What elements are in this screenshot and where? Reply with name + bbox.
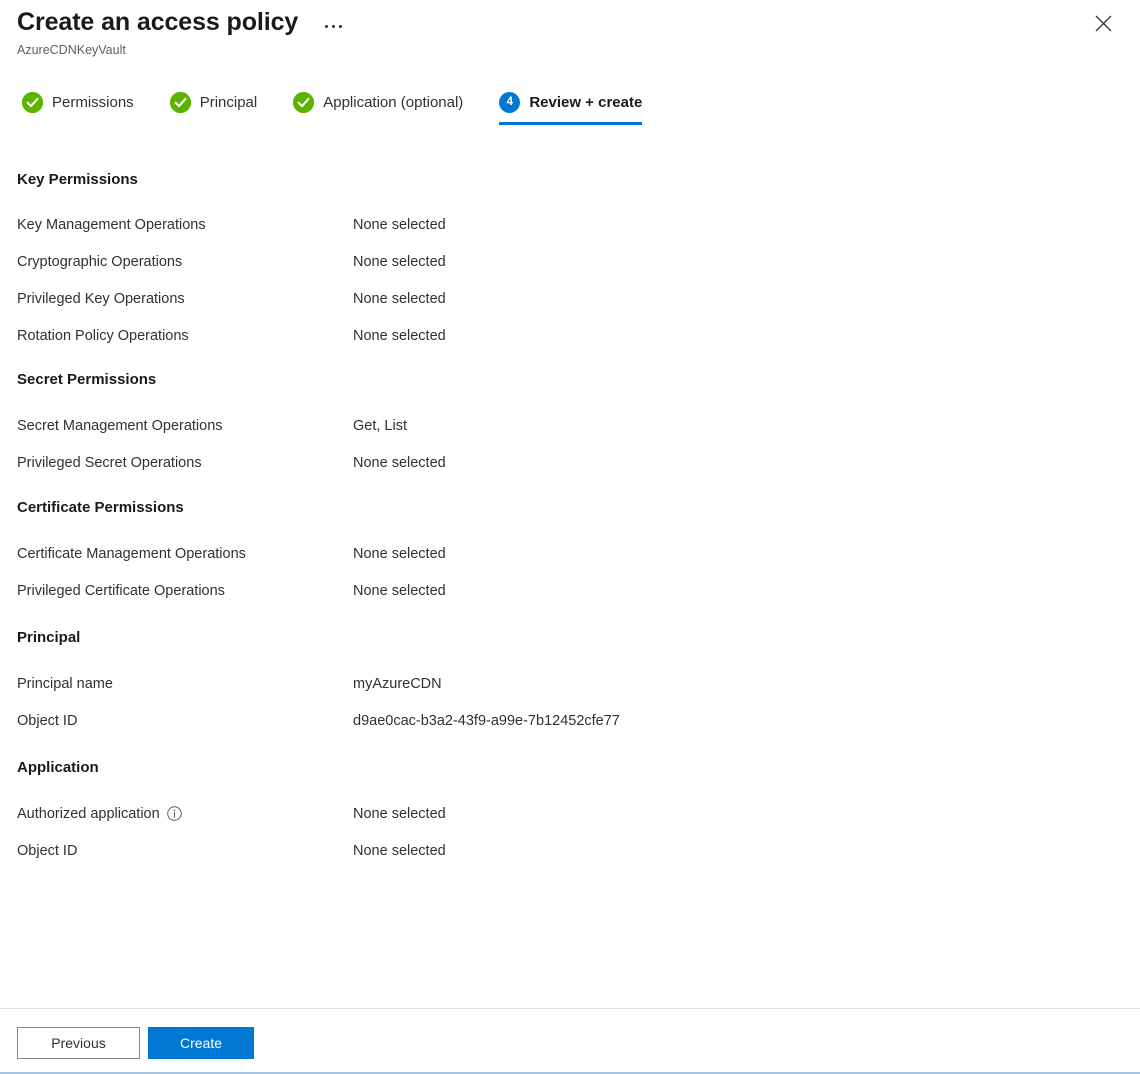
row-label-text: Authorized application <box>17 805 160 822</box>
row-value: None selected <box>353 545 446 562</box>
review-row: Certificate Management Operations None s… <box>17 535 1123 572</box>
row-label: Authorized application <box>17 806 353 822</box>
review-row: Rotation Policy Operations None selected <box>17 317 1123 354</box>
section-heading: Key Permissions <box>17 171 138 188</box>
row-value: None selected <box>353 216 446 233</box>
row-label: Key Management Operations <box>17 216 206 233</box>
section-key-permissions: Key Permissions Key Management Operation… <box>17 169 1123 354</box>
row-label: Principal name <box>17 675 113 692</box>
section-rows: Certificate Management Operations None s… <box>17 535 1123 609</box>
close-icon <box>1095 15 1112 32</box>
step-number-badge: 4 <box>499 91 521 113</box>
section-heading: Certificate Permissions <box>17 499 184 516</box>
section-heading: Secret Permissions <box>17 371 157 388</box>
review-row: Key Management Operations None selected <box>17 206 1123 243</box>
review-row: Object ID None selected <box>17 832 1123 869</box>
review-row: Privileged Certificate Operations None s… <box>17 572 1123 609</box>
row-label: Privileged Certificate Operations <box>17 582 225 599</box>
more-menu-button[interactable] <box>320 15 346 37</box>
ellipsis-dot <box>331 24 335 28</box>
row-label: Privileged Secret Operations <box>17 454 202 471</box>
tab-label: Application (optional) <box>323 93 464 111</box>
row-value: Get, List <box>353 417 407 434</box>
row-label: Cryptographic Operations <box>17 253 183 270</box>
close-button[interactable] <box>1088 8 1118 38</box>
row-value: d9ae0cac-b3a2-43f9-a99e-7b12452cfe77 <box>353 712 620 729</box>
check-circle-icon <box>293 91 315 113</box>
blade-header: Create an access policy AzureCDNKeyVault <box>0 0 1140 59</box>
previous-button[interactable]: Previous <box>17 1027 140 1059</box>
row-value: None selected <box>353 805 446 822</box>
title-row: Create an access policy <box>0 0 1140 44</box>
section-secret-permissions: Secret Permissions Secret Management Ope… <box>17 369 1123 481</box>
row-value: None selected <box>353 842 446 859</box>
row-value: None selected <box>353 454 446 471</box>
wizard-tabs: Permissions Principal Application (optio… <box>0 85 1140 125</box>
row-label: Object ID <box>17 842 78 859</box>
row-value: None selected <box>353 253 446 270</box>
section-application: Application Authorized application None … <box>17 757 1123 869</box>
row-label: Secret Management Operations <box>17 417 223 434</box>
review-row: Privileged Key Operations None selected <box>17 280 1123 317</box>
blade-footer: Previous Create <box>0 1008 1140 1059</box>
row-value: None selected <box>353 327 446 344</box>
review-row: Principal name myAzureCDN <box>17 665 1123 702</box>
row-label: Rotation Policy Operations <box>17 327 189 344</box>
review-row: Object ID d9ae0cac-b3a2-43f9-a99e-7b1245… <box>17 702 1123 739</box>
tab-label: Principal <box>199 93 258 111</box>
row-label: Object ID <box>17 712 78 729</box>
tab-application[interactable]: Application (optional) <box>293 85 471 119</box>
section-rows: Secret Management Operations Get, List P… <box>17 407 1123 481</box>
row-value: None selected <box>353 582 446 599</box>
section-certificate-permissions: Certificate Permissions Certificate Mana… <box>17 497 1123 609</box>
row-label: Certificate Management Operations <box>17 545 246 562</box>
row-label: Privileged Key Operations <box>17 290 185 307</box>
tab-label: Review + create <box>529 93 643 111</box>
tab-review-create[interactable]: 4 Review + create <box>499 85 650 125</box>
review-row: Cryptographic Operations None selected <box>17 243 1123 280</box>
tab-label: Permissions <box>52 93 134 111</box>
review-row: Authorized application None selected <box>17 795 1123 832</box>
section-rows: Authorized application None selected Obj… <box>17 795 1123 869</box>
review-row: Secret Management Operations Get, List <box>17 407 1123 444</box>
info-icon[interactable] <box>166 806 182 821</box>
section-rows: Key Management Operations None selected … <box>17 206 1123 354</box>
ellipsis-dot <box>324 24 328 28</box>
section-heading: Application <box>17 759 99 776</box>
tab-principal[interactable]: Principal <box>169 85 266 119</box>
page-title: Create an access policy <box>17 8 299 36</box>
review-row: Privileged Secret Operations None select… <box>17 444 1123 481</box>
check-circle-icon <box>22 91 43 113</box>
review-content: Key Permissions Key Management Operation… <box>0 169 1140 869</box>
section-rows: Principal name myAzureCDN Object ID d9ae… <box>17 665 1123 739</box>
ellipsis-dot <box>338 24 342 28</box>
row-value: myAzureCDN <box>353 675 442 692</box>
row-value: None selected <box>353 290 446 307</box>
tab-permissions[interactable]: Permissions <box>22 85 142 119</box>
check-circle-icon <box>169 91 191 113</box>
section-principal: Principal Principal name myAzureCDN Obje… <box>17 627 1123 739</box>
create-access-policy-blade: { "header": { "title": "Create an access… <box>0 0 1140 1074</box>
section-heading: Principal <box>17 629 81 646</box>
create-button[interactable]: Create <box>148 1027 254 1059</box>
